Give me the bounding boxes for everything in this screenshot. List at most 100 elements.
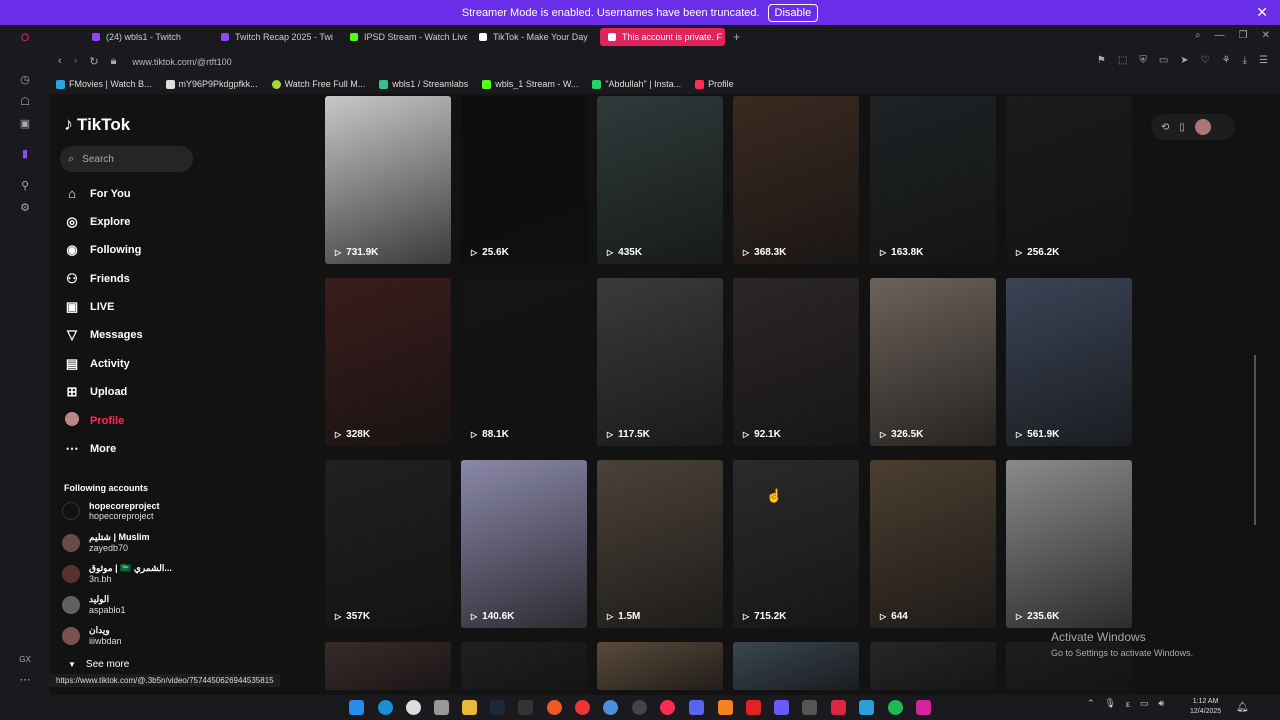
maximize-icon[interactable]: ❐ [1239, 30, 1248, 41]
video-tile[interactable]: ▷ 163.8K [870, 96, 996, 264]
video-tile[interactable]: ▷ 140.6K [461, 460, 587, 628]
back-icon[interactable]: ‹ [58, 55, 62, 68]
nav-profile[interactable]: Profile [64, 412, 124, 429]
url-field[interactable]: www.tiktok.com/@rtft100 [132, 57, 231, 67]
video-tile[interactable]: ▷ 88.1K [461, 278, 587, 446]
minimize-icon[interactable]: — [1215, 30, 1225, 41]
opera-gx-icon[interactable] [660, 700, 675, 715]
bookmark-item[interactable]: FMovies | Watch B... [56, 79, 152, 89]
disable-button[interactable]: Disable [767, 3, 819, 22]
bookmark-item[interactable]: Profile [695, 79, 734, 89]
microphone-icon[interactable]: 🎙︎ [1105, 698, 1116, 709]
nav-upload[interactable]: ⊞ Upload [64, 384, 128, 400]
send-icon[interactable]: ➤ [1180, 55, 1188, 66]
red-square-icon[interactable] [831, 700, 846, 715]
messenger-icon[interactable]: ▣ [18, 117, 32, 131]
shield-icon[interactable]: ⛨ [1139, 55, 1147, 66]
tab[interactable]: (24) wbls1 - Twitch [84, 28, 209, 46]
tab[interactable]: TikTok - Make Your Day [471, 28, 596, 46]
bookmark-item[interactable]: "Abdullah" | Insta... [592, 79, 681, 89]
device-icon[interactable]: ▯ [1179, 122, 1185, 133]
tab-active[interactable]: This account is private. F [600, 28, 725, 46]
tab[interactable]: IPSD Stream - Watch Live [342, 28, 467, 46]
video-tile[interactable] [597, 642, 723, 690]
video-tile[interactable]: ▷ 117.5K [597, 278, 723, 446]
settings-app-icon[interactable] [406, 700, 421, 715]
nav-friends[interactable]: ⚇ Friends [64, 271, 130, 287]
purple-app-icon[interactable] [774, 700, 789, 715]
video-tile[interactable]: ▷ 326.5K [870, 278, 996, 446]
scrollbar[interactable] [1254, 355, 1256, 525]
video-tile[interactable]: ▷ 25.6K [461, 96, 587, 264]
tab[interactable]: Twitch Recap 2025 - Twi [213, 28, 338, 46]
following-account[interactable]: موثوق | 🇸🇦 الشمري... 3n.bh [62, 563, 172, 584]
video-tile[interactable] [733, 642, 859, 690]
chevron-up-icon[interactable]: ⌃ [1087, 698, 1095, 709]
video-tile[interactable] [870, 642, 996, 690]
github-icon[interactable] [632, 700, 647, 715]
close-window-icon[interactable]: ✕ [1262, 30, 1270, 41]
language-icon[interactable]: ε [1126, 699, 1130, 709]
settings-icon[interactable]: ⚙ [18, 201, 32, 215]
nav-more[interactable]: ⋯ More [64, 441, 117, 457]
extensions-icon[interactable]: ☖ [18, 95, 32, 109]
new-tab-icon[interactable]: + [733, 30, 740, 44]
opera-logo-icon[interactable]: O [18, 31, 32, 45]
video-tile[interactable]: ▷ 715.2K [733, 460, 859, 628]
tiktok-logo[interactable]: ♪ TikTok [64, 114, 130, 135]
nav-following[interactable]: ◉ Following [64, 242, 141, 258]
snapshot-icon[interactable]: ⬚ [1118, 55, 1127, 66]
nav-for-you[interactable]: ⌂ For You [64, 186, 130, 201]
bookmark-item[interactable]: wbls1 / Streamlabs [379, 79, 468, 89]
video-tile[interactable]: ▷ 561.9K [1006, 278, 1132, 446]
video-tile[interactable]: ▷ 1.5M [597, 460, 723, 628]
twitch-icon[interactable]: ▮ [18, 147, 32, 161]
video-tile[interactable]: ▷ 435K [597, 96, 723, 264]
bookmark-item[interactable]: Watch Free Full M... [271, 79, 365, 89]
edge-icon[interactable] [378, 700, 393, 715]
video-tile[interactable] [461, 642, 587, 690]
blue-app-icon[interactable] [859, 700, 874, 715]
extension-icon[interactable]: ⚘ [1222, 55, 1231, 66]
more-dots-icon[interactable]: ⋯ [18, 673, 32, 687]
video-tile[interactable] [325, 642, 451, 690]
heart-icon[interactable]: ♡ [1201, 55, 1210, 66]
gx-icon[interactable]: GX [18, 653, 32, 667]
epic-games-icon[interactable] [518, 700, 533, 715]
notification-bell-icon[interactable]: 🔔︎ [1236, 702, 1249, 713]
capcut-icon[interactable] [802, 700, 817, 715]
following-account[interactable]: شتليم | Muslim zayedb70 [62, 532, 149, 553]
spotify-icon[interactable] [888, 700, 903, 715]
wallet-icon[interactable]: ▭ [1159, 55, 1168, 66]
instagram-icon[interactable] [916, 700, 931, 715]
nav-explore[interactable]: ◎ Explore [64, 214, 130, 230]
history-icon[interactable]: ◷ [18, 73, 32, 87]
video-tile[interactable]: ▷ 368.3K [733, 96, 859, 264]
following-account[interactable]: الوليد aspablo1 [62, 594, 126, 615]
close-icon[interactable]: ✕ [1256, 4, 1268, 21]
file-explorer-icon[interactable] [462, 700, 477, 715]
download-icon[interactable]: ⤓ [1243, 55, 1247, 66]
reload-icon[interactable]: ↻ [89, 55, 98, 68]
bookmark-item[interactable]: wbls_1 Stream - W... [482, 79, 578, 89]
search-tabs-icon[interactable]: ⌕ [1195, 30, 1201, 41]
video-tile[interactable]: ▷ 644 [870, 460, 996, 628]
video-tile[interactable]: ▷ 256.2K [1006, 96, 1132, 264]
chrome-icon[interactable] [575, 700, 590, 715]
nav-messages[interactable]: ▽ Messages [64, 327, 143, 343]
discord-icon[interactable] [689, 700, 704, 715]
bookmark-icon[interactable]: ⚑ [1097, 55, 1106, 66]
artstation-icon[interactable] [718, 700, 733, 715]
network-icon[interactable]: ▭ [1140, 698, 1149, 709]
origin-icon[interactable] [547, 700, 562, 715]
forward-icon[interactable]: › [74, 55, 78, 68]
clock[interactable]: 1:12 AM 12/4/2025 [1190, 697, 1221, 717]
store-icon[interactable] [434, 700, 449, 715]
video-tile[interactable]: ▷ 731.9K [325, 96, 451, 264]
video-tile[interactable]: ▷ 235.6K [1006, 460, 1132, 628]
nav-activity[interactable]: ▤ Activity [64, 356, 130, 372]
volume-icon[interactable]: 🔊︎ [1159, 698, 1165, 709]
chrome-profile-icon[interactable] [603, 700, 618, 715]
red-app-icon[interactable] [746, 700, 761, 715]
user-avatar[interactable] [1194, 119, 1211, 135]
